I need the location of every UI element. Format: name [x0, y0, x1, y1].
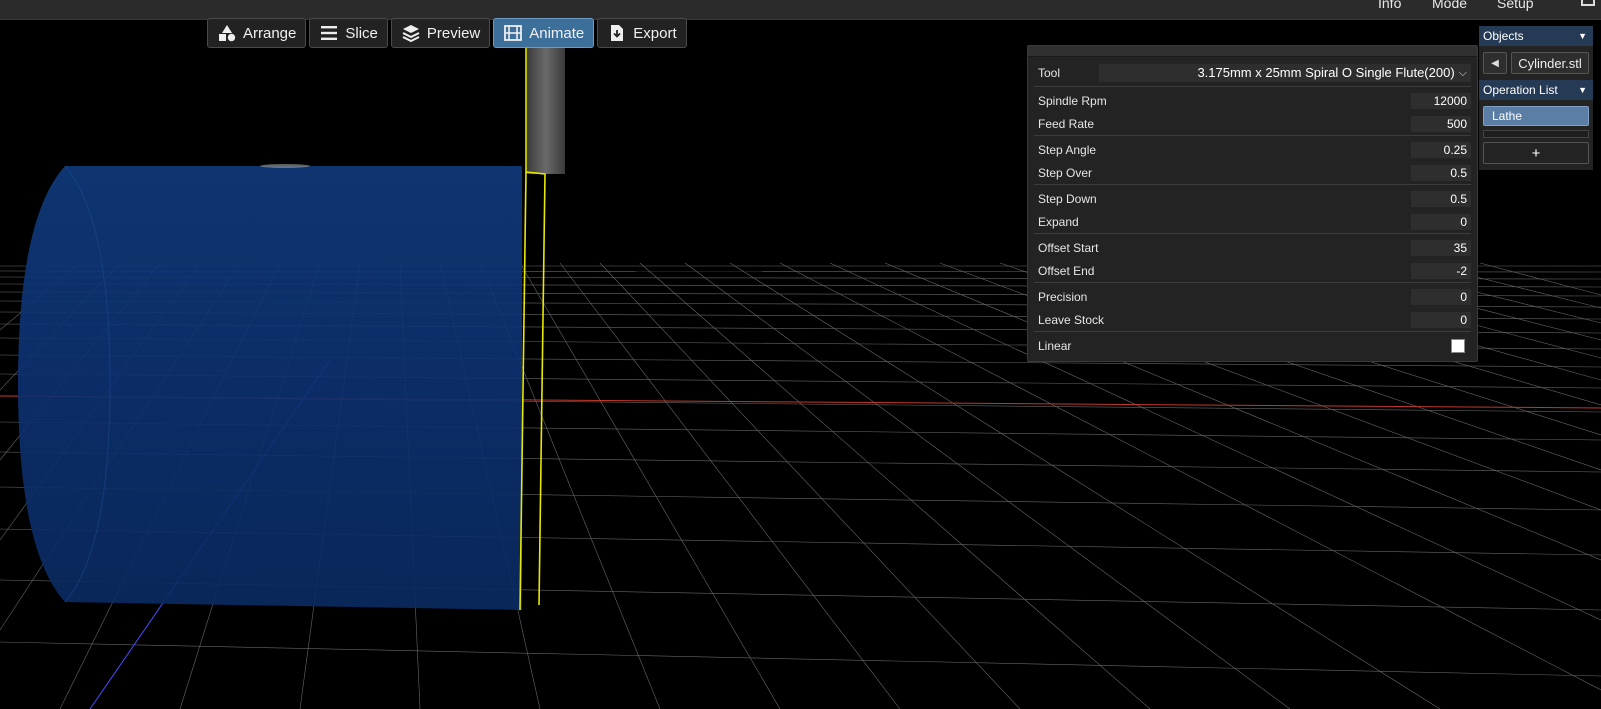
param-label: Spindle Rpm — [1038, 93, 1107, 108]
expand-input[interactable]: 0 — [1411, 213, 1471, 230]
param-label: Linear — [1038, 338, 1072, 353]
param-row-step-down: Step Down 0.5 — [1034, 187, 1471, 210]
tool-select-value: 3.175mm x 25mm Spiral O Single Flute(200… — [1197, 65, 1455, 80]
preview-label: Preview — [426, 24, 481, 42]
param-label: Offset End — [1038, 263, 1095, 278]
step-over-input[interactable]: 0.5 — [1411, 164, 1471, 181]
tool-row: Tool 3.175mm x 25mm Spiral O Single Flut… — [1034, 60, 1471, 87]
slice-label: Slice — [345, 24, 378, 42]
param-row-offset-end: Offset End -2 — [1034, 259, 1471, 283]
param-row-precision: Precision 0 — [1034, 285, 1471, 308]
objects-title: Objects — [1483, 29, 1524, 43]
param-label: Feed Rate — [1038, 116, 1095, 131]
layout-icon[interactable] — [1581, 0, 1595, 6]
param-row-offset-start: Offset Start 35 — [1034, 236, 1471, 259]
param-label: Leave Stock — [1038, 312, 1105, 327]
export-button[interactable]: Export — [597, 18, 687, 48]
cylinder-model — [18, 164, 522, 610]
caret-down-icon: ▼ — [1578, 31, 1587, 41]
spindle-rpm-input[interactable]: 12000 — [1411, 92, 1471, 109]
shapes-icon — [219, 25, 236, 42]
operation-list-section: Lathe + — [1479, 100, 1593, 170]
triangle-left-icon: ◀ — [1491, 57, 1499, 69]
leave-stock-input[interactable]: 0 — [1411, 311, 1471, 328]
feed-rate-input[interactable]: 500 — [1411, 115, 1471, 132]
mode-toolbar: Arrange Slice Preview Animate Export — [207, 18, 687, 48]
slice-button[interactable]: Slice — [309, 18, 388, 48]
lines-icon — [321, 26, 338, 40]
caret-down-icon: ▼ — [1578, 85, 1587, 95]
param-row-leave-stock: Leave Stock 0 — [1034, 308, 1471, 332]
preview-button[interactable]: Preview — [390, 18, 491, 48]
collapse-left-button[interactable]: ◀ — [1483, 52, 1507, 74]
film-icon — [504, 25, 523, 41]
param-row-step-angle: Step Angle 0.25 — [1034, 138, 1471, 161]
param-label: Step Angle — [1038, 142, 1097, 157]
panel-drag-handle[interactable] — [1028, 46, 1477, 57]
param-label: Offset Start — [1038, 240, 1099, 255]
arrange-button[interactable]: Arrange — [207, 18, 307, 48]
offset-start-input[interactable]: 35 — [1411, 239, 1471, 256]
right-sidebar: Objects ▼ ◀ Cylinder.stl Operation List … — [1479, 26, 1593, 170]
param-row-linear: Linear — [1034, 334, 1471, 357]
objects-header[interactable]: Objects ▼ — [1479, 26, 1593, 46]
tool-label: Tool — [1038, 66, 1061, 80]
param-label: Step Over — [1038, 165, 1093, 180]
precision-input[interactable]: 0 — [1411, 288, 1471, 305]
param-row-spindle-rpm: Spindle Rpm 12000 — [1034, 89, 1471, 112]
offset-end-input[interactable]: -2 — [1411, 262, 1471, 279]
menu-setup[interactable]: Setup — [1497, 0, 1534, 11]
add-operation-button[interactable]: + — [1483, 142, 1589, 164]
operation-drop-slot — [1483, 130, 1589, 138]
object-file-button[interactable]: Cylinder.stl — [1511, 52, 1589, 74]
animate-label: Animate — [529, 24, 585, 42]
download-file-icon — [611, 25, 624, 41]
param-row-expand: Expand 0 — [1034, 210, 1471, 234]
menu-mode[interactable]: Mode — [1432, 0, 1467, 11]
param-row-feed-rate: Feed Rate 500 — [1034, 112, 1471, 136]
operation-list-header[interactable]: Operation List ▼ — [1479, 80, 1593, 100]
step-down-input[interactable]: 0.5 — [1411, 190, 1471, 207]
operation-item-lathe[interactable]: Lathe — [1483, 106, 1589, 126]
linear-checkbox[interactable] — [1451, 338, 1465, 353]
tool-select[interactable]: 3.175mm x 25mm Spiral O Single Flute(200… — [1099, 64, 1471, 82]
top-menu-bar: Info Mode Setup — [0, 0, 1601, 20]
layers-icon — [402, 25, 420, 43]
menu-info[interactable]: Info — [1378, 0, 1401, 11]
param-label: Step Down — [1038, 191, 1097, 206]
arrange-label: Arrange — [243, 24, 297, 42]
export-label: Export — [633, 24, 677, 42]
lathe-tool — [519, 20, 565, 611]
objects-section: ◀ Cylinder.stl — [1479, 46, 1593, 80]
param-row-step-over: Step Over 0.5 — [1034, 161, 1471, 185]
param-label: Precision — [1038, 289, 1088, 304]
operation-list-title: Operation List — [1483, 83, 1558, 97]
step-angle-input[interactable]: 0.25 — [1411, 141, 1471, 158]
chevron-down-icon: ⌵ — [1458, 67, 1467, 79]
param-label: Expand — [1038, 214, 1079, 229]
operation-settings-panel: Tool 3.175mm x 25mm Spiral O Single Flut… — [1027, 45, 1478, 362]
animate-button[interactable]: Animate — [493, 18, 595, 48]
